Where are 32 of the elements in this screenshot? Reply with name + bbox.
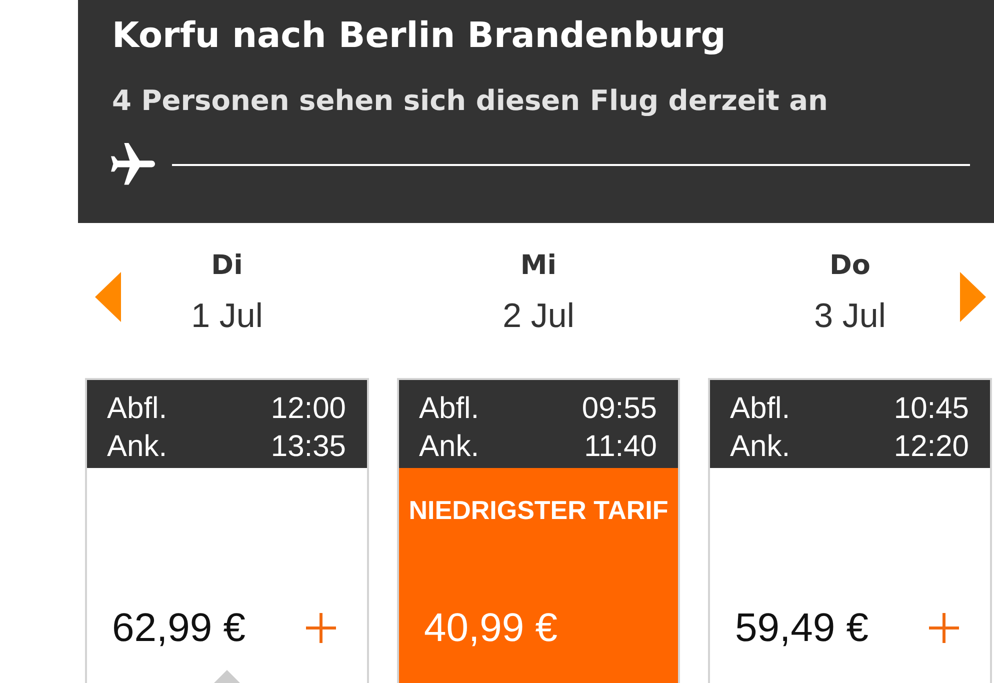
weekday-label: Di	[211, 249, 243, 283]
plus-icon[interactable]	[929, 613, 959, 643]
airplane-icon	[110, 143, 156, 187]
route-title: Korfu nach Berlin Brandenburg	[112, 15, 727, 58]
arrival-label: Ank.	[419, 429, 480, 465]
price-label: 62,99 €	[112, 605, 246, 652]
arrival-time: 13:35	[270, 429, 346, 465]
price-label: 59,49 €	[735, 605, 868, 652]
departure-time: 12:00	[270, 391, 346, 427]
arrival-time: 11:40	[584, 429, 657, 465]
viewers-notice: 4 Personen sehen sich diesen Flug derzeit an	[112, 83, 829, 119]
weekday-label: Do	[830, 249, 870, 283]
departure-label: Abfl.	[419, 391, 480, 427]
flight-card[interactable]: Abfl. 09:55 Ank. 11:40 NIEDRIGSTER TARIF 40,99 €	[397, 378, 680, 683]
price-label: 40,99 €	[424, 605, 558, 652]
arrival-label: Ank.	[730, 429, 790, 465]
plus-icon[interactable]	[306, 613, 336, 643]
weekday-label: Mi	[520, 249, 557, 283]
lowest-fare-label: NIEDRIGSTER TARIF	[408, 494, 668, 526]
arrival-time: 12:20	[894, 429, 969, 465]
flight-card[interactable]: Abfl. 12:00 Ank. 13:35 62,99 €	[85, 378, 369, 683]
right-arrow-icon[interactable]	[960, 272, 986, 322]
departure-time: 10:45	[894, 391, 969, 427]
date-label: 3 Jul	[814, 296, 886, 336]
departure-label: Abfl.	[730, 391, 790, 427]
departure-time: 09:55	[582, 391, 657, 427]
left-arrow-icon[interactable]	[95, 272, 121, 322]
date-label: 2 Jul	[502, 296, 574, 336]
flight-card[interactable]: Abfl. 10:45 Ank. 12:20 59,49 €	[708, 378, 992, 683]
departure-label: Abfl.	[107, 391, 168, 427]
date-label: 1 Jul	[191, 296, 263, 336]
arrival-label: Ank.	[107, 429, 168, 465]
